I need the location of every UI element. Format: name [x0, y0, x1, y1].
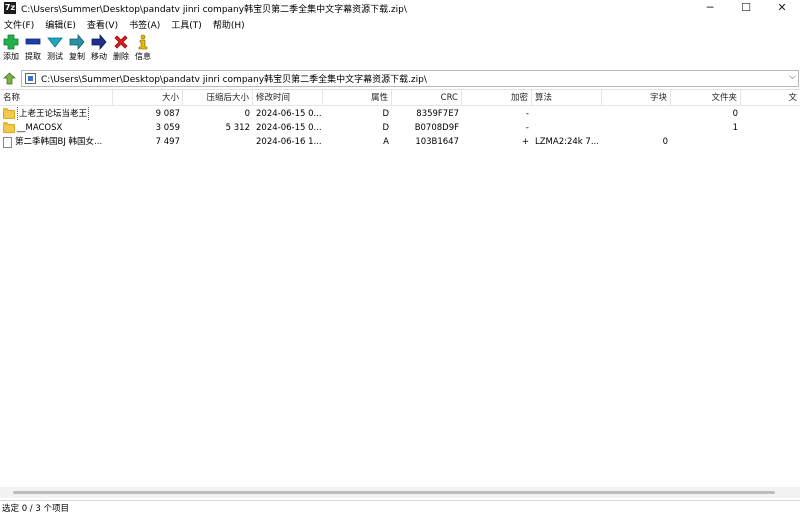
col-encrypted[interactable]: 加密 [462, 90, 532, 106]
menu-bookmarks[interactable]: 书签(A) [129, 18, 160, 31]
test-button[interactable]: 测试 [46, 33, 64, 67]
info-label: 信息 [135, 52, 151, 61]
col-block[interactable]: 字块 [602, 90, 671, 106]
up-folder-button[interactable] [0, 70, 18, 87]
item-encrypted: - [525, 123, 529, 133]
minus-icon [24, 33, 42, 51]
table-row[interactable]: 第二季韩国BJ 韩国女... 7 497 2024-06-16 1... A 1… [0, 135, 800, 149]
move-label: 移动 [91, 52, 107, 61]
scrollbar-thumb[interactable] [13, 491, 775, 494]
col-files[interactable]: 文 [741, 90, 800, 106]
menu-tools[interactable]: 工具(T) [171, 18, 202, 31]
item-size: 9 087 [155, 109, 180, 119]
col-packed-size[interactable]: 压缩后大小 [183, 90, 253, 106]
item-crc: 103B1647 [415, 137, 459, 147]
item-name: 上老王论坛当老王 [17, 107, 90, 121]
copy-button[interactable]: 复制 [68, 33, 86, 67]
item-size: 3 059 [155, 123, 180, 133]
item-method [532, 121, 602, 135]
item-packed-size [183, 135, 253, 149]
item-attributes: D [382, 123, 389, 133]
col-method[interactable]: 算法 [532, 90, 602, 106]
item-modified: 2024-06-16 1... [256, 137, 322, 147]
item-packed-size: 0 [244, 109, 250, 119]
item-size: 7 497 [155, 137, 180, 147]
item-block [602, 107, 671, 121]
menu-bar: 文件(F) 编辑(E) 查看(V) 书签(A) 工具(T) 帮助(H) [0, 17, 800, 31]
address-bar: C:\Users\Summer\Desktop\pandatv jinri co… [0, 70, 800, 87]
move-arrow-icon [90, 33, 108, 51]
extract-label: 提取 [25, 52, 41, 61]
item-name: 第二季韩国BJ 韩国女... [15, 137, 103, 147]
address-path: C:\Users\Summer\Desktop\pandatv jinri co… [41, 75, 427, 85]
delete-button[interactable]: 删除 [112, 33, 130, 67]
menu-file[interactable]: 文件(F) [4, 18, 34, 31]
item-packed-size: 5 312 [225, 123, 250, 133]
table-row[interactable]: __MACOSX 3 059 5 312 2024-06-15 0... D B… [0, 121, 800, 135]
copy-label: 复制 [69, 52, 85, 61]
status-bar: 选定 0 / 3 个项目 [0, 500, 800, 515]
app-icon: 7z [4, 2, 16, 14]
extract-button[interactable]: 提取 [24, 33, 42, 67]
col-folders[interactable]: 文件夹 [671, 90, 741, 106]
item-folders [671, 135, 741, 149]
item-method: LZMA2:24k 7... [535, 137, 599, 147]
address-input[interactable]: C:\Users\Summer\Desktop\pandatv jinri co… [21, 70, 799, 87]
folder-icon [3, 107, 15, 119]
item-method [532, 107, 602, 121]
item-folders: 1 [732, 123, 738, 133]
item-crc: B0708D9F [414, 123, 459, 133]
add-button[interactable]: 添加 [2, 33, 20, 67]
info-button[interactable]: 信息 [134, 33, 152, 67]
info-icon [134, 33, 152, 51]
window-title: C:\Users\Summer\Desktop\pandatv jinri co… [21, 4, 407, 15]
checkmark-icon [46, 33, 64, 51]
table-row[interactable]: 上老王论坛当老王 9 087 0 2024-06-15 0... D 8359F… [0, 107, 800, 121]
item-folders: 0 [732, 109, 738, 119]
item-block [602, 121, 671, 135]
item-encrypted: - [525, 109, 529, 119]
minimize-button[interactable]: ─ [692, 0, 728, 16]
delete-label: 删除 [113, 52, 129, 61]
status-text: 选定 0 / 3 个项目 [2, 504, 69, 514]
item-modified: 2024-06-15 0... [256, 109, 322, 119]
item-attributes: A [383, 137, 389, 147]
item-block: 0 [662, 137, 668, 147]
plus-icon [2, 33, 20, 51]
col-crc[interactable]: CRC [392, 90, 462, 106]
up-arrow-icon [2, 72, 16, 85]
delete-x-icon [112, 33, 130, 51]
move-button[interactable]: 移动 [90, 33, 108, 67]
col-size[interactable]: 大小 [113, 90, 183, 106]
item-crc: 8359F7E7 [416, 109, 459, 119]
item-modified: 2024-06-15 0... [256, 123, 322, 133]
col-modified[interactable]: 修改时间 [253, 90, 323, 106]
menu-view[interactable]: 查看(V) [87, 18, 118, 31]
menu-help[interactable]: 帮助(H) [213, 18, 245, 31]
col-name[interactable]: 名称 [0, 90, 113, 106]
archive-icon [25, 73, 36, 84]
folder-icon [3, 121, 15, 133]
item-attributes: D [382, 109, 389, 119]
file-list: 名称 大小 压缩后大小 修改时间 属性 CRC 加密 算法 字块 文件夹 文 上… [0, 89, 800, 487]
menu-edit[interactable]: 编辑(E) [45, 18, 76, 31]
add-label: 添加 [3, 52, 19, 61]
test-label: 测试 [47, 52, 63, 61]
window-controls: ─ ☐ ✕ [692, 0, 800, 16]
file-icon [3, 136, 12, 148]
close-window-button[interactable]: ✕ [764, 0, 800, 16]
maximize-button[interactable]: ☐ [728, 0, 764, 16]
horizontal-scrollbar[interactable] [0, 487, 800, 498]
title-bar: 7z C:\Users\Summer\Desktop\pandatv jinri… [0, 0, 800, 16]
item-encrypted: + [521, 137, 529, 147]
chevron-down-icon[interactable]: ⌵ [789, 72, 796, 82]
copy-arrow-icon [68, 33, 86, 51]
item-name: __MACOSX [17, 123, 63, 133]
col-attributes[interactable]: 属性 [323, 90, 392, 106]
toolbar: 添加 提取 测试 复制 移动 删除 信息 [0, 33, 156, 67]
list-header: 名称 大小 压缩后大小 修改时间 属性 CRC 加密 算法 字块 文件夹 文 [0, 90, 800, 106]
